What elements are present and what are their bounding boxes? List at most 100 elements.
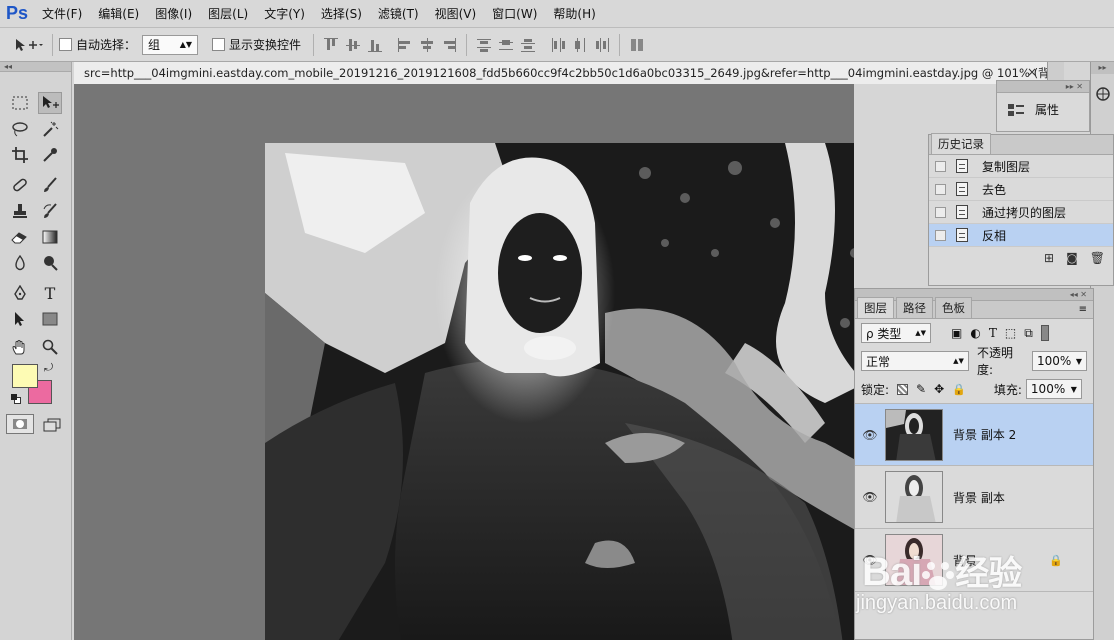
dodge-tool-icon[interactable] (38, 252, 62, 274)
history-item[interactable]: 通过拷贝的图层 (929, 201, 1113, 224)
show-transform-checkbox[interactable] (212, 38, 226, 51)
distribute-bottom-icon[interactable] (520, 37, 536, 53)
eyedropper-icon[interactable] (38, 144, 62, 166)
adjustments-icon[interactable] (1095, 86, 1111, 102)
expand-panels-icon[interactable]: ▸▸ (1091, 62, 1114, 74)
close-icon[interactable]: × (1027, 65, 1037, 79)
distribute-vcenter-icon[interactable] (498, 37, 514, 53)
visibility-eye-icon[interactable]: 👁 (855, 490, 885, 504)
properties-icon[interactable] (1007, 103, 1025, 117)
filter-type-icon[interactable]: T (989, 326, 997, 340)
blend-mode-dropdown[interactable]: 正常 ▲▼ (861, 351, 969, 371)
tab-swatches[interactable]: 色板 (935, 297, 972, 318)
lock-transparent-icon[interactable] (897, 383, 909, 395)
marquee-tool-icon[interactable] (8, 92, 32, 114)
properties-label[interactable]: 属性 (1035, 101, 1059, 118)
menu-select[interactable]: 选择(S) (313, 5, 370, 22)
quick-mask-icon[interactable] (6, 414, 34, 434)
document-tab[interactable]: src=http___04imgmini.eastday.com_mobile_… (74, 62, 1048, 84)
auto-align-icon[interactable] (629, 37, 645, 53)
filter-pixel-icon[interactable]: ▣ (951, 326, 962, 340)
auto-select-dropdown[interactable]: 组 ▲▼ (142, 34, 199, 55)
layer-filter-dropdown[interactable]: ρ 类型 ▲▼ (861, 323, 931, 343)
tools-panel-collapse-icon[interactable]: ◂◂ (0, 62, 71, 72)
blur-tool-icon[interactable] (8, 252, 32, 274)
path-selection-icon[interactable] (8, 308, 32, 330)
align-hcenter-icon[interactable] (419, 37, 435, 53)
align-left-icon[interactable] (397, 37, 413, 53)
document-image[interactable] (265, 143, 854, 640)
camera-icon[interactable]: ◙ (1066, 251, 1078, 265)
properties-panel: ▸▸ ✕ 属性 (996, 80, 1090, 132)
filter-smart-object-icon[interactable]: ⧉ (1024, 326, 1033, 341)
menu-filter[interactable]: 滤镜(T) (370, 5, 427, 22)
move-tool-icon[interactable] (38, 92, 62, 114)
tab-history[interactable]: 历史记录 (931, 133, 991, 154)
distribute-right-icon[interactable] (594, 37, 610, 53)
distribute-top-icon[interactable] (476, 37, 492, 53)
healing-brush-icon[interactable] (8, 174, 32, 196)
auto-select-value: 组 (148, 38, 161, 52)
history-brush-icon[interactable] (38, 200, 62, 222)
lasso-tool-icon[interactable] (8, 118, 32, 140)
canvas-area[interactable] (74, 84, 854, 640)
brush-tool-icon[interactable] (38, 174, 62, 196)
hand-tool-icon[interactable] (8, 336, 32, 358)
default-colors-icon[interactable] (11, 394, 21, 404)
filter-shape-icon[interactable]: ⬚ (1005, 326, 1016, 340)
menu-layer[interactable]: 图层(L) (200, 5, 256, 22)
stamp-tool-icon[interactable] (8, 200, 32, 222)
menu-image[interactable]: 图像(I) (147, 5, 200, 22)
align-bottom-icon[interactable] (367, 37, 383, 53)
document-title: src=http___04imgmini.eastday.com_mobile_… (84, 66, 1048, 80)
distribute-hcenter-icon[interactable] (572, 37, 588, 53)
filter-toggle-icon[interactable] (1040, 325, 1049, 341)
menu-help[interactable]: 帮助(H) (545, 5, 603, 22)
zoom-tool-icon[interactable] (38, 336, 62, 358)
menu-window[interactable]: 窗口(W) (484, 5, 545, 22)
tab-layers[interactable]: 图层 (857, 297, 894, 318)
lock-position-icon[interactable]: ✥ (934, 382, 944, 396)
menu-file[interactable]: 文件(F) (34, 5, 90, 22)
screen-mode-icon[interactable] (40, 414, 64, 436)
layer-name[interactable]: 背景 副本 (953, 489, 1005, 506)
gradient-tool-icon[interactable] (38, 226, 62, 248)
type-tool-icon[interactable]: T (38, 282, 62, 304)
align-vcenter-icon[interactable] (345, 37, 361, 53)
history-snapshot-checkbox[interactable] (935, 183, 946, 195)
magic-wand-icon[interactable] (38, 118, 62, 140)
panel-menu-icon[interactable]: ≡ (1079, 304, 1087, 315)
history-snapshot-checkbox[interactable] (935, 160, 946, 172)
eraser-tool-icon[interactable] (8, 226, 32, 248)
swap-colors-icon[interactable]: ⤾ (44, 361, 53, 375)
history-snapshot-checkbox[interactable] (935, 206, 946, 218)
filter-adjustment-icon[interactable]: ◐ (970, 326, 980, 340)
history-item[interactable]: 复制图层 (929, 155, 1113, 178)
menu-view[interactable]: 视图(V) (427, 5, 485, 22)
menu-edit[interactable]: 编辑(E) (90, 5, 147, 22)
align-right-icon[interactable] (441, 37, 457, 53)
opacity-field[interactable]: 100% ▼ (1031, 351, 1087, 371)
tab-paths[interactable]: 路径 (896, 297, 933, 318)
distribute-left-icon[interactable] (550, 37, 566, 53)
move-tool-preset-icon[interactable] (10, 34, 46, 56)
layer-name[interactable]: 背景 副本 2 (953, 426, 1016, 443)
pen-tool-icon[interactable] (8, 282, 32, 304)
foreground-color-swatch[interactable] (12, 364, 38, 388)
align-top-icon[interactable] (323, 37, 339, 53)
history-item-selected[interactable]: 反相 (929, 224, 1113, 247)
menu-type[interactable]: 文字(Y) (256, 5, 313, 22)
history-item[interactable]: 去色 (929, 178, 1113, 201)
crop-tool-icon[interactable] (8, 144, 32, 166)
visibility-eye-icon[interactable]: 👁 (855, 428, 885, 442)
lock-all-icon[interactable]: 🔒 (952, 383, 966, 396)
history-snapshot-checkbox[interactable] (935, 229, 946, 241)
trash-icon[interactable]: 🗑 (1090, 251, 1105, 265)
layer-row[interactable]: 👁 背景 副本 2 (855, 403, 1093, 466)
rectangle-tool-icon[interactable] (38, 308, 62, 330)
auto-select-checkbox[interactable] (59, 38, 72, 51)
new-document-from-state-icon[interactable]: ⊞ (1044, 251, 1054, 265)
lock-pixels-icon[interactable]: ✎ (916, 382, 926, 396)
panel-collapse-icon[interactable]: ▸▸ ✕ (997, 81, 1089, 93)
fill-field[interactable]: 100% ▼ (1025, 379, 1082, 399)
